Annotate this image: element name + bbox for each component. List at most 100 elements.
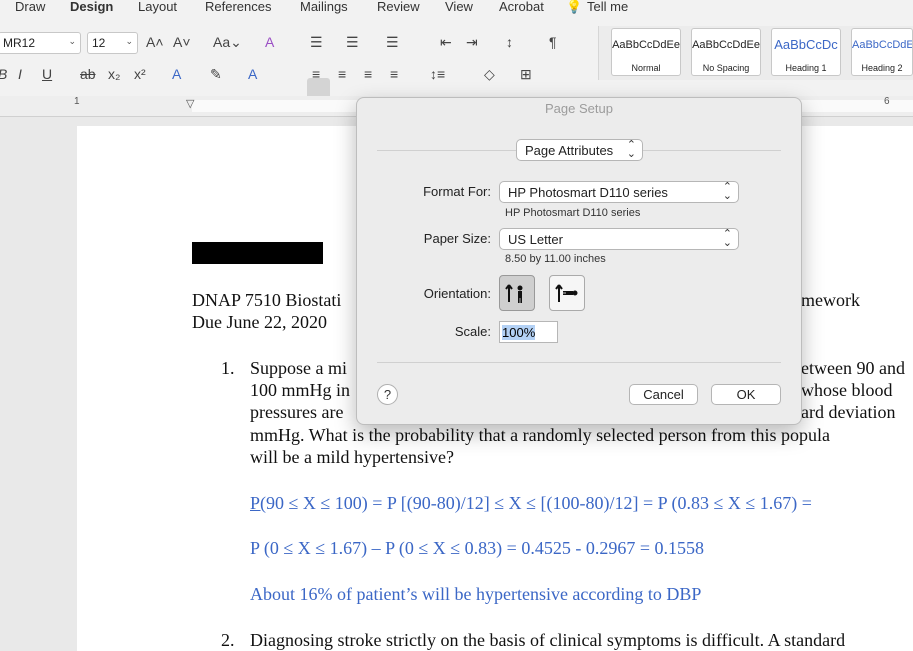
tab-review[interactable]: Review	[377, 0, 420, 14]
style-normal[interactable]: AaBbCcDdEe Normal	[611, 28, 681, 76]
question-1-line-end: ard deviation	[801, 402, 896, 422]
indent-marker-icon[interactable]: ▽	[186, 97, 194, 110]
portrait-orientation-button[interactable]	[499, 275, 535, 311]
sort-icon[interactable]: ↕	[506, 33, 513, 51]
justify-icon[interactable]: ≡	[390, 65, 398, 83]
style-preview: AaBbCcDdE	[852, 39, 912, 51]
ribbon-tab-bar: Draw Design Layout References Mailings R…	[0, 0, 913, 16]
chevron-down-icon: ⌄	[125, 36, 133, 46]
underline-icon[interactable]: U	[42, 65, 52, 83]
question-1-line: will be a mild hypertensive?	[250, 447, 454, 467]
question-1-line-end: etween 90 and	[801, 358, 905, 378]
redacted-name-block	[192, 242, 323, 264]
question-1-line: 100 mmHg in	[250, 380, 351, 400]
decrease-indent-icon[interactable]: ⇤	[440, 33, 452, 51]
tab-draw[interactable]: Draw	[15, 0, 45, 14]
paper-size-description: 8.50 by 11.00 inches	[505, 253, 606, 265]
font-color-icon[interactable]: A	[248, 65, 257, 83]
grow-font-icon[interactable]: A˄	[146, 33, 164, 51]
style-name: No Spacing	[702, 63, 750, 73]
up-down-arrows-icon: ⌃ ⌄	[722, 228, 732, 249]
line-spacing-icon[interactable]: ↕≡	[430, 65, 445, 83]
scale-value: 100%	[502, 325, 536, 340]
shrink-font-icon[interactable]: A˅	[173, 33, 191, 51]
header-line-1-end: mework	[801, 290, 860, 310]
section-popup[interactable]: Page Attributes ⌃ ⌄	[516, 139, 643, 161]
strikethrough-icon[interactable]: ab	[80, 65, 96, 83]
font-name-combo[interactable]: MR12 ⌄	[0, 32, 81, 54]
tab-design[interactable]: Design	[70, 0, 113, 14]
tab-layout[interactable]: Layout	[138, 0, 177, 14]
tab-mailings[interactable]: Mailings	[300, 0, 348, 14]
ruler-number: 1	[74, 96, 80, 107]
header-line-1: DNAP 7510 Biostati	[192, 290, 342, 310]
align-right-icon[interactable]: ≡	[364, 65, 372, 83]
chevron-down-icon: ⌄	[68, 36, 76, 46]
ruler-number: 6	[884, 96, 890, 107]
cancel-button[interactable]: Cancel	[629, 384, 698, 405]
font-name-value: MR12	[3, 36, 36, 50]
answer-line-2: P (0 ≤ X ≤ 1.67) – P (0 ≤ X ≤ 0.83) = 0.…	[250, 538, 704, 558]
tell-me-search[interactable]: Tell me	[587, 0, 628, 14]
font-size-combo[interactable]: 12 ⌄	[87, 32, 138, 54]
tab-references[interactable]: References	[205, 0, 271, 14]
paper-size-label: Paper Size:	[423, 231, 491, 246]
tab-acrobat[interactable]: Acrobat	[499, 0, 544, 14]
borders-icon[interactable]: ⊞	[520, 65, 532, 83]
scale-input[interactable]: 100%	[499, 321, 558, 343]
paper-size-popup[interactable]: US Letter ⌃ ⌄	[499, 228, 739, 250]
help-button[interactable]: ?	[377, 384, 398, 405]
answer-prefix: P(	[250, 493, 267, 513]
align-left-icon[interactable]: ≡	[312, 65, 320, 83]
italic-icon[interactable]: I	[18, 65, 22, 83]
multilevel-list-icon[interactable]: ☰	[386, 33, 399, 51]
divider	[377, 150, 517, 151]
increase-indent-icon[interactable]: ⇥	[466, 33, 478, 51]
style-name: Normal	[631, 63, 661, 73]
format-for-popup[interactable]: HP Photosmart D110 series ⌃ ⌄	[499, 181, 739, 203]
lightbulb-icon[interactable]: 💡	[566, 0, 582, 15]
style-name: Heading 1	[785, 63, 827, 73]
scale-label: Scale:	[454, 324, 491, 339]
tab-view[interactable]: View	[445, 0, 473, 14]
align-center-icon[interactable]: ≡	[338, 65, 346, 83]
divider	[643, 150, 781, 151]
style-heading-1[interactable]: AaBbCcDc Heading 1	[771, 28, 841, 76]
paper-size-value: US Letter	[508, 232, 563, 247]
style-preview: AaBbCcDdEe	[612, 39, 680, 51]
landscape-person-icon	[555, 284, 578, 302]
format-for-label: Format For:	[423, 184, 491, 199]
highlight-icon[interactable]: ✎	[210, 65, 222, 83]
dialog-title: Page Setup	[545, 101, 613, 116]
question-1-line: mmHg. What is the probability that a ran…	[250, 425, 831, 445]
change-case-icon[interactable]: Aa⌄	[213, 33, 242, 51]
text-effects-icon[interactable]: A	[172, 65, 181, 83]
format-for-description: HP Photosmart D110 series	[505, 207, 641, 219]
format-for-value: HP Photosmart D110 series	[508, 185, 668, 200]
answer-formula: 90 ≤ X ≤ 100) = P [(90-80)/12] ≤ X ≤ [(1…	[266, 493, 812, 513]
landscape-orientation-button[interactable]	[549, 275, 585, 311]
section-value: Page Attributes	[525, 143, 614, 158]
up-down-arrows-icon: ⌃ ⌄	[722, 181, 732, 202]
portrait-person-icon	[505, 284, 523, 303]
question-1-number: 1.	[221, 358, 235, 378]
bold-icon[interactable]: B	[0, 65, 7, 83]
question-1-line: pressures are	[250, 402, 344, 422]
header-line-2: Due June 22, 2020	[192, 312, 327, 332]
shading-icon[interactable]: ◇	[484, 65, 495, 83]
style-no-spacing[interactable]: AaBbCcDdEe No Spacing	[691, 28, 761, 76]
bullets-icon[interactable]: ☰	[310, 33, 323, 51]
style-heading-2[interactable]: AaBbCcDdE Heading 2	[851, 28, 913, 76]
superscript-icon[interactable]: x²	[134, 65, 146, 83]
pilcrow-icon[interactable]: ¶	[549, 33, 557, 51]
subscript-icon[interactable]: x₂	[108, 65, 120, 83]
orientation-label: Orientation:	[423, 286, 491, 301]
question-1-line-end: whose blood	[801, 380, 893, 400]
answer-line-3: About 16% of patient’s will be hypertens…	[250, 584, 702, 604]
ok-button[interactable]: OK	[711, 384, 781, 405]
numbering-icon[interactable]: ☰	[346, 33, 359, 51]
page-setup-dialog: Page Setup Page Attributes ⌃ ⌄ Format For…	[356, 97, 802, 425]
question-1-line: Suppose a mi	[250, 358, 347, 378]
clear-formatting-icon[interactable]: A	[265, 33, 274, 51]
font-size-value: 12	[92, 36, 106, 50]
